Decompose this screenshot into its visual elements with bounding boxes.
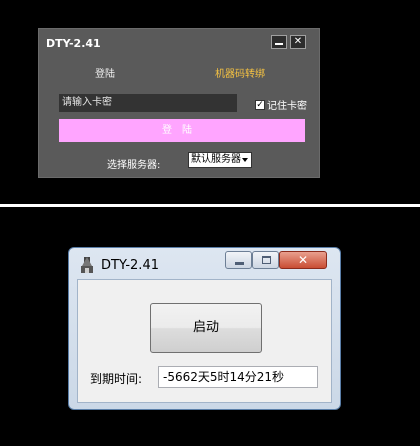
expiry-value-field: -5662天5时14分21秒 <box>158 366 318 388</box>
server-select[interactable]: 默认服务器 <box>188 152 252 168</box>
window-title: DTY-2.41 <box>101 258 159 273</box>
expiry-label: 到期时间: <box>90 372 143 386</box>
remember-label: 记住卡密 <box>267 101 307 112</box>
minimize-button[interactable] <box>225 251 252 269</box>
minimize-button[interactable] <box>271 35 287 49</box>
login-button[interactable]: 登陆 <box>59 119 305 142</box>
minimize-icon <box>235 262 244 265</box>
maximize-icon <box>262 256 271 264</box>
tab-login[interactable]: 登陆 <box>95 65 115 80</box>
close-button[interactable]: ✕ <box>290 35 306 49</box>
dropdown-arrow-icon <box>242 158 248 162</box>
minimize-icon <box>275 43 283 45</box>
client-area: 启动 到期时间: -5662天5时14分21秒 <box>77 279 332 403</box>
bottom-launcher-window: DTY-2.41 ✕ 启动 到期时间: -5662天5时14分21秒 <box>68 247 341 410</box>
remember-cardkey[interactable]: ✓ 记住卡密 <box>255 97 307 112</box>
close-button[interactable]: ✕ <box>279 251 327 269</box>
server-selected-value: 默认服务器 <box>191 154 241 165</box>
tab-machine-transfer[interactable]: 机器码转绑 <box>215 65 265 80</box>
server-label: 选择服务器: <box>107 160 161 171</box>
divider <box>0 204 420 207</box>
app-icon <box>81 257 93 273</box>
checkbox-icon[interactable]: ✓ <box>255 99 265 110</box>
window-title: DTY-2.41 <box>46 37 101 50</box>
top-login-window: DTY-2.41 ✕ 登陆 机器码转绑 请输入卡密 ✓ 记住卡密 登陆 选择服务… <box>38 28 320 178</box>
cardkey-input[interactable]: 请输入卡密 <box>59 94 237 112</box>
maximize-button[interactable] <box>252 251 279 269</box>
start-button[interactable]: 启动 <box>150 303 262 353</box>
